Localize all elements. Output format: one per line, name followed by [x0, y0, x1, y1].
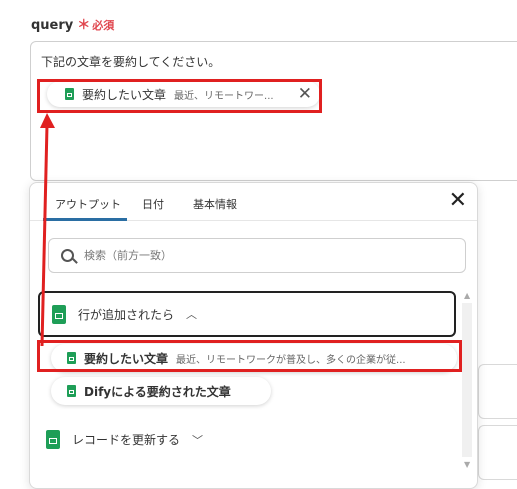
list-item[interactable]: 要約したい文章 最近、リモートワークが普及し、多くの企業が従...	[51, 344, 457, 372]
chevron-down-icon: ﹀	[192, 433, 204, 447]
search-bar	[48, 238, 466, 273]
background-field	[478, 364, 517, 419]
query-label-text: query	[31, 18, 74, 33]
google-sheets-icon	[65, 88, 74, 100]
query-field-label: query ＊必須	[31, 14, 114, 33]
tab-date[interactable]: 日付	[142, 196, 164, 212]
google-sheets-icon	[52, 304, 66, 324]
item-preview: 最近、リモートワークが普及し、多くの企業が従...	[176, 354, 406, 366]
required-text: 必須	[92, 19, 115, 32]
background-field	[478, 425, 517, 480]
inserted-variable-chip[interactable]: 要約したい文章 最近、リモートワー... ✕	[47, 81, 320, 107]
chevron-up-icon: ︿	[186, 308, 198, 321]
chip-preview: 最近、リモートワー...	[174, 90, 274, 102]
list-item[interactable]: Difyによる要約された文章	[51, 377, 271, 405]
section-header-update-record[interactable]: レコードを更新する ﹀	[46, 430, 203, 449]
section-title: レコードを更新する	[72, 433, 181, 447]
close-icon[interactable]: ✕	[298, 84, 312, 104]
scrollbar[interactable]	[462, 303, 472, 457]
google-sheets-icon	[67, 385, 76, 397]
search-input[interactable]	[84, 249, 444, 262]
query-textarea[interactable]: 下記の文章を要約してください。	[30, 41, 517, 181]
item-title: 要約したい文章	[84, 351, 169, 366]
output-picker-popup: アウトプット 日付 基本情報 ✕ ▲ ▼ 行が追加されたら ︿ 要約したい文章 …	[29, 182, 478, 489]
active-tab-indicator	[43, 218, 127, 221]
item-title: Difyによる要約された文章	[84, 384, 231, 399]
tab-bar: アウトプット 日付 基本情報 ✕	[30, 183, 477, 221]
query-text: 下記の文章を要約してください。	[41, 55, 221, 69]
chip-title: 要約したい文章	[82, 87, 167, 102]
required-star: ＊	[77, 18, 91, 33]
google-sheets-icon	[67, 352, 76, 364]
tab-output[interactable]: アウトプット	[55, 196, 121, 212]
close-icon[interactable]: ✕	[449, 188, 467, 213]
scroll-up-arrow[interactable]: ▲	[464, 291, 470, 300]
scroll-down-arrow[interactable]: ▼	[464, 460, 470, 469]
section-header-row-added[interactable]: 行が追加されたら ︿	[38, 291, 456, 337]
tab-basic-info[interactable]: 基本情報	[193, 196, 237, 212]
search-icon	[61, 249, 74, 262]
section-title: 行が追加されたら	[78, 307, 175, 322]
google-sheets-icon	[46, 430, 60, 449]
